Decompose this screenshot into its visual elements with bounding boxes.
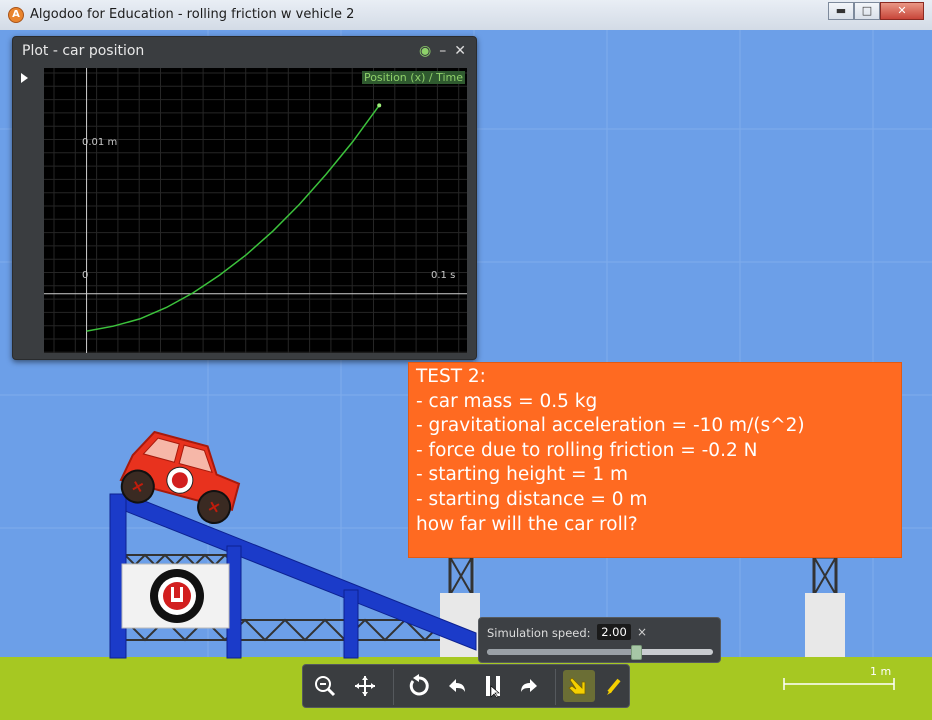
close-button[interactable]: ✕: [880, 2, 924, 20]
minimize-icon[interactable]: –: [439, 43, 446, 59]
simulation-speed-slider[interactable]: [487, 645, 713, 660]
reset-icon[interactable]: [403, 670, 435, 702]
plot-canvas[interactable]: Position (x) / Time 0.01 m 0 0.1 s: [44, 68, 467, 353]
plot-chart: [44, 68, 467, 353]
simulation-speed-panel: Simulation speed: 2.00 ×: [478, 617, 721, 663]
zoom-icon[interactable]: [309, 670, 341, 702]
info-line: how far will the car roll?: [416, 513, 638, 535]
simulation-speed-reset-button[interactable]: ×: [637, 625, 647, 639]
window-title: Algodoo for Education - rolling friction…: [30, 7, 355, 22]
play-pause-icon[interactable]: [477, 670, 509, 702]
plot-title: Plot - car position: [22, 43, 145, 59]
curve-endpoint: [377, 103, 382, 108]
close-icon[interactable]: ✕: [454, 43, 466, 59]
plot-header[interactable]: Plot - car position ◉ – ✕: [13, 37, 476, 65]
bottom-toolbar: [302, 664, 630, 708]
plot-sidebar: [13, 65, 43, 355]
minimize-button[interactable]: ▬: [828, 2, 854, 20]
info-line: TEST 2:: [416, 366, 486, 387]
test-info-box[interactable]: TEST 2: - car mass = 0.5 kg - gravitatio…: [408, 362, 902, 558]
logo-sign: [121, 563, 230, 629]
algodoo-logo-icon: A: [8, 7, 24, 23]
plot-grid: [44, 68, 467, 353]
redo-icon[interactable]: [513, 670, 545, 702]
pan-icon[interactable]: [349, 670, 381, 702]
slider-thumb[interactable]: [631, 645, 643, 660]
window-controls: ▬ □ ✕: [828, 2, 924, 20]
scale-label: 1 m: [870, 665, 892, 678]
play-icon[interactable]: [21, 73, 28, 83]
eye-icon[interactable]: ◉: [419, 43, 431, 59]
info-line: - starting distance = 0 m: [416, 488, 648, 510]
hand-tool-icon[interactable]: [563, 670, 595, 702]
info-line: - force due to rolling friction = -0.2 N: [416, 439, 758, 461]
maximize-button[interactable]: □: [854, 2, 880, 20]
toolbar-separator: [393, 669, 394, 705]
toolbar-separator: [555, 669, 556, 705]
y-tick-label: 0.01 m: [82, 137, 118, 148]
info-line: - car mass = 0.5 kg: [416, 390, 598, 412]
x-tick-label: 0.1 s: [431, 270, 456, 281]
slider-fill: [487, 649, 637, 655]
origin-label: 0: [82, 270, 89, 281]
plot-header-icons: ◉ – ✕: [419, 43, 466, 59]
brush-tool-icon[interactable]: [599, 670, 631, 702]
window-titlebar: A Algodoo for Education - rolling fricti…: [0, 0, 932, 31]
info-line: - gravitational acceleration = -10 m/(s^…: [416, 415, 805, 437]
plot-legend: Position (x) / Time: [361, 71, 465, 84]
info-line: - starting height = 1 m: [416, 464, 629, 486]
simulation-speed-input[interactable]: 2.00: [597, 624, 631, 640]
undo-icon[interactable]: [441, 670, 473, 702]
simulation-speed-label: Simulation speed:: [487, 626, 591, 640]
plot-window[interactable]: Plot - car position ◉ – ✕ Position (x) /…: [12, 36, 477, 360]
